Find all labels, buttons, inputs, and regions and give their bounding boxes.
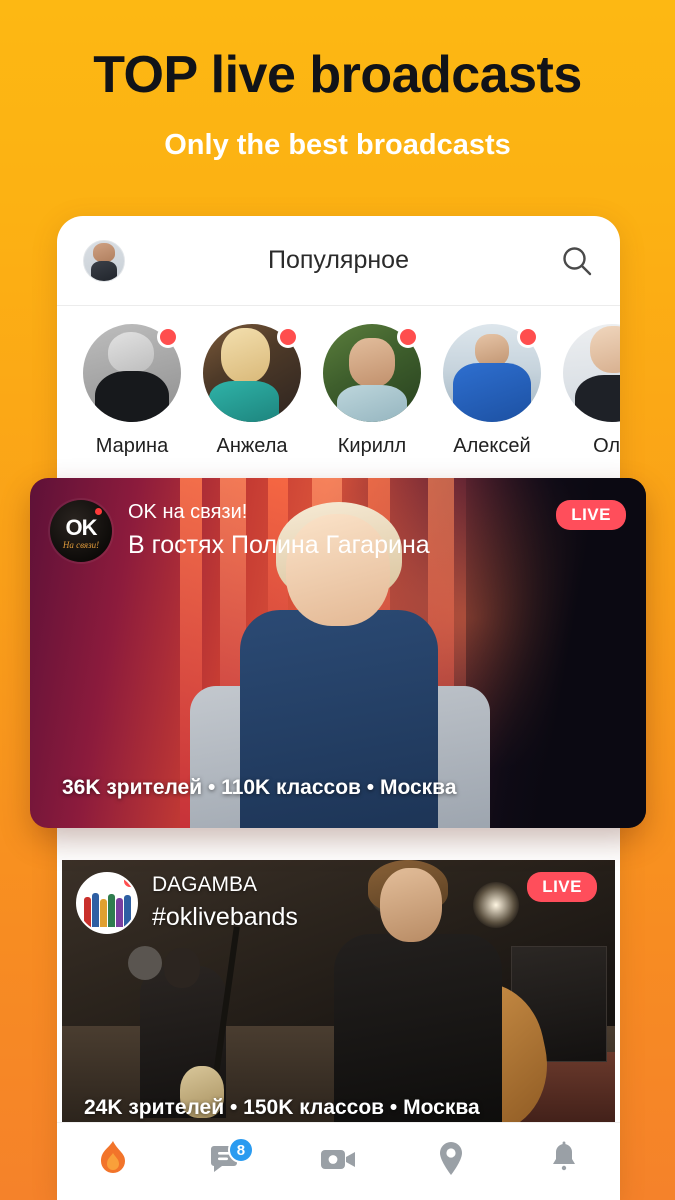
broadcast-card-header: OK На связи! OK на связи! В гостях Полин… [30, 478, 646, 562]
story-avatar[interactable] [563, 324, 620, 422]
broadcast-stats: 36K зрителей • 110K классов • Москва [62, 776, 457, 799]
search-icon[interactable] [560, 244, 594, 278]
broadcast-card-featured[interactable]: OK На связи! OK на связи! В гостях Полин… [30, 478, 646, 828]
broadcast-stats: 24K зрителей • 150K классов • Москва [84, 1096, 480, 1119]
broadcast-card-header: DAGAMBA #oklivebands LIVE [62, 860, 615, 934]
ok-logo-text: OK [65, 514, 98, 540]
nav-item-messages[interactable]: 8 [170, 1123, 283, 1200]
broadcast-hashtag: #oklivebands [152, 903, 298, 932]
live-dot-icon [397, 326, 419, 348]
live-badge: LIVE [556, 500, 626, 530]
stories-row[interactable]: Марина Анжела Кирилл Алексей Ол [57, 306, 620, 474]
live-dot-icon [122, 874, 136, 889]
app-top-bar: Популярное [57, 216, 620, 306]
nav-item-live[interactable] [57, 1123, 170, 1200]
nav-item-notifications[interactable] [507, 1123, 620, 1200]
video-camera-icon [319, 1144, 357, 1179]
channel-name: DAGAMBA [152, 873, 258, 896]
microphone-head [128, 946, 162, 980]
bottom-navigation: 8 [57, 1122, 620, 1200]
guitarist-head [164, 948, 200, 988]
story-item[interactable]: Кирилл [323, 324, 421, 458]
story-item[interactable]: Алексей [443, 324, 541, 458]
live-dot-icon [277, 326, 299, 348]
story-name: Алексей [453, 435, 531, 457]
story-name: Марина [95, 435, 169, 457]
location-pin-icon [437, 1141, 465, 1182]
cellist-body [334, 934, 502, 1122]
flame-icon [96, 1140, 130, 1183]
messages-badge: 8 [227, 1137, 254, 1163]
appbar-title: Популярное [267, 246, 409, 274]
story-name: Оля [593, 435, 620, 457]
live-dot-icon [517, 326, 539, 348]
broadcast-card-dagamba[interactable]: DAGAMBA #oklivebands LIVE 24K зрителей •… [62, 860, 615, 1122]
live-badge: LIVE [527, 872, 597, 902]
live-dot-icon [157, 326, 179, 348]
live-dot-icon [95, 508, 102, 515]
story-name: Кирилл [337, 435, 407, 457]
bell-icon [548, 1141, 580, 1182]
story-item[interactable]: Оля [563, 324, 620, 458]
broadcast-title: В гостях Полина Гагарина [128, 531, 430, 559]
story-name: Анжела [216, 435, 288, 457]
channel-avatar[interactable] [76, 872, 138, 934]
ok-logo-subtext: На связи! [62, 539, 100, 550]
nav-item-video[interactable] [282, 1123, 395, 1200]
band-members-illustration [83, 893, 131, 932]
page-title: TOP live broadcasts [93, 46, 582, 104]
show-name: OK на связи! [128, 501, 248, 523]
nav-item-nearby[interactable] [395, 1123, 508, 1200]
story-item[interactable]: Марина [83, 324, 181, 458]
promo-header: TOP live broadcasts Only the best broadc… [0, 0, 675, 162]
user-avatar[interactable] [83, 239, 125, 282]
channel-avatar[interactable]: OK На связи! [50, 500, 112, 562]
story-item[interactable]: Анжела [203, 324, 301, 458]
page-subtitle: Only the best broadcasts [164, 128, 511, 161]
